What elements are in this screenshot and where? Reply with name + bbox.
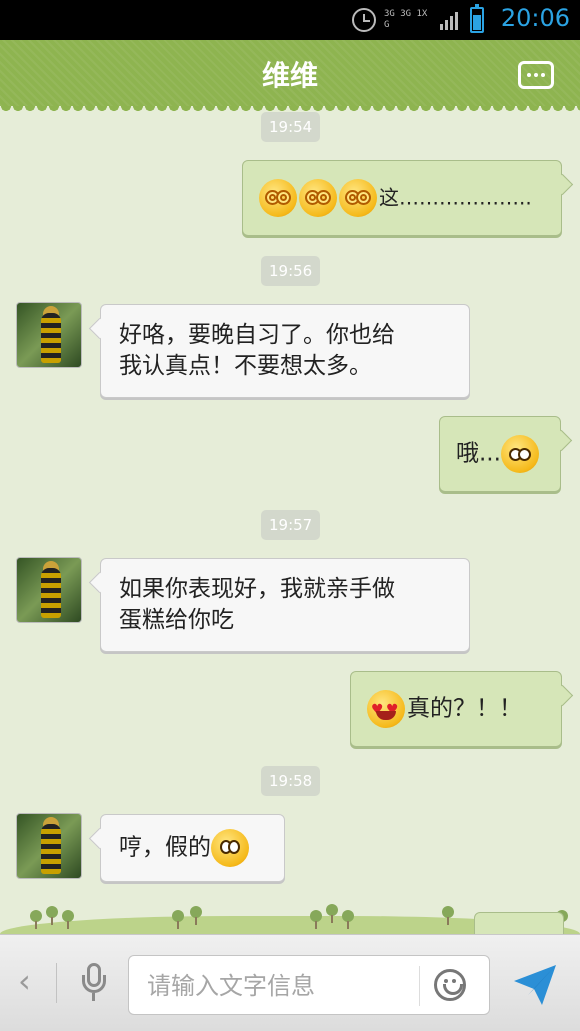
dizzy-emoji-icon — [259, 179, 297, 217]
message-text: 哦... — [456, 440, 501, 467]
alarm-icon — [352, 8, 376, 32]
status-time: 20:06 — [500, 4, 570, 32]
more-options-icon[interactable] — [518, 61, 554, 89]
timestamp: 19:58 — [261, 766, 321, 796]
message-text: 哼，假的 — [119, 834, 211, 861]
dizzy-emoji-icon — [299, 179, 337, 217]
timestamp: 19:57 — [261, 510, 321, 540]
emoji-icon[interactable] — [434, 969, 466, 1001]
message-bubble-incoming[interactable]: 哼，假的 — [100, 814, 285, 882]
contact-name: 维维 — [261, 59, 318, 92]
contact-avatar[interactable] — [16, 813, 82, 879]
message-input[interactable] — [147, 968, 417, 1004]
chat-area[interactable]: 19:54 这……………….. 19:56 好咯，要晚自习了。你也给 我认真点！… — [0, 106, 580, 934]
message-text-line: 如果你表现好，我就亲手做 — [119, 576, 395, 602]
battery-icon — [470, 4, 484, 33]
message-text-line: 好咯，要晚自习了。你也给 — [119, 322, 395, 348]
chat-header: 维维 — [0, 40, 580, 112]
back-chevron-icon[interactable]: ‹ — [18, 965, 31, 997]
message-bubble-incoming[interactable]: 好咯，要晚自习了。你也给 我认真点！不要想太多。 — [100, 304, 470, 398]
shy-emoji-icon — [500, 435, 539, 473]
message-text: 真的？！！ — [407, 695, 522, 722]
heart-eyes-emoji-icon — [367, 690, 405, 728]
timestamp: 19:56 — [261, 256, 321, 286]
dizzy-emoji-icon — [339, 179, 377, 217]
message-bubble-outgoing[interactable]: 这……………….. — [242, 160, 562, 236]
message-text-line: 蛋糕给你吃 — [119, 607, 234, 633]
message-bubble-outgoing[interactable]: 哦... — [439, 416, 561, 492]
input-bar: ‹ — [0, 934, 580, 1031]
contact-avatar[interactable] — [16, 302, 82, 368]
message-bubble-outgoing[interactable]: 真的？！！ — [350, 671, 562, 747]
send-icon[interactable] — [512, 961, 558, 1007]
signal-icon — [440, 10, 458, 30]
message-text: 这……………….. — [379, 185, 532, 210]
microphone-icon[interactable] — [80, 963, 108, 1003]
thinking-emoji-icon — [211, 829, 249, 867]
message-bubble-incoming[interactable]: 如果你表现好，我就亲手做 蛋糕给你吃 — [100, 558, 470, 652]
network-icon: 3G 3G 1X G — [384, 9, 428, 30]
status-icons: 3G 3G 1X G — [352, 4, 484, 34]
timestamp: 19:54 — [261, 112, 321, 142]
contact-avatar[interactable] — [16, 557, 82, 623]
message-input-box[interactable] — [128, 955, 490, 1015]
message-text-line: 我认真点！不要想太多。 — [119, 353, 372, 379]
status-bar: 3G 3G 1X G 20:06 — [0, 0, 580, 40]
